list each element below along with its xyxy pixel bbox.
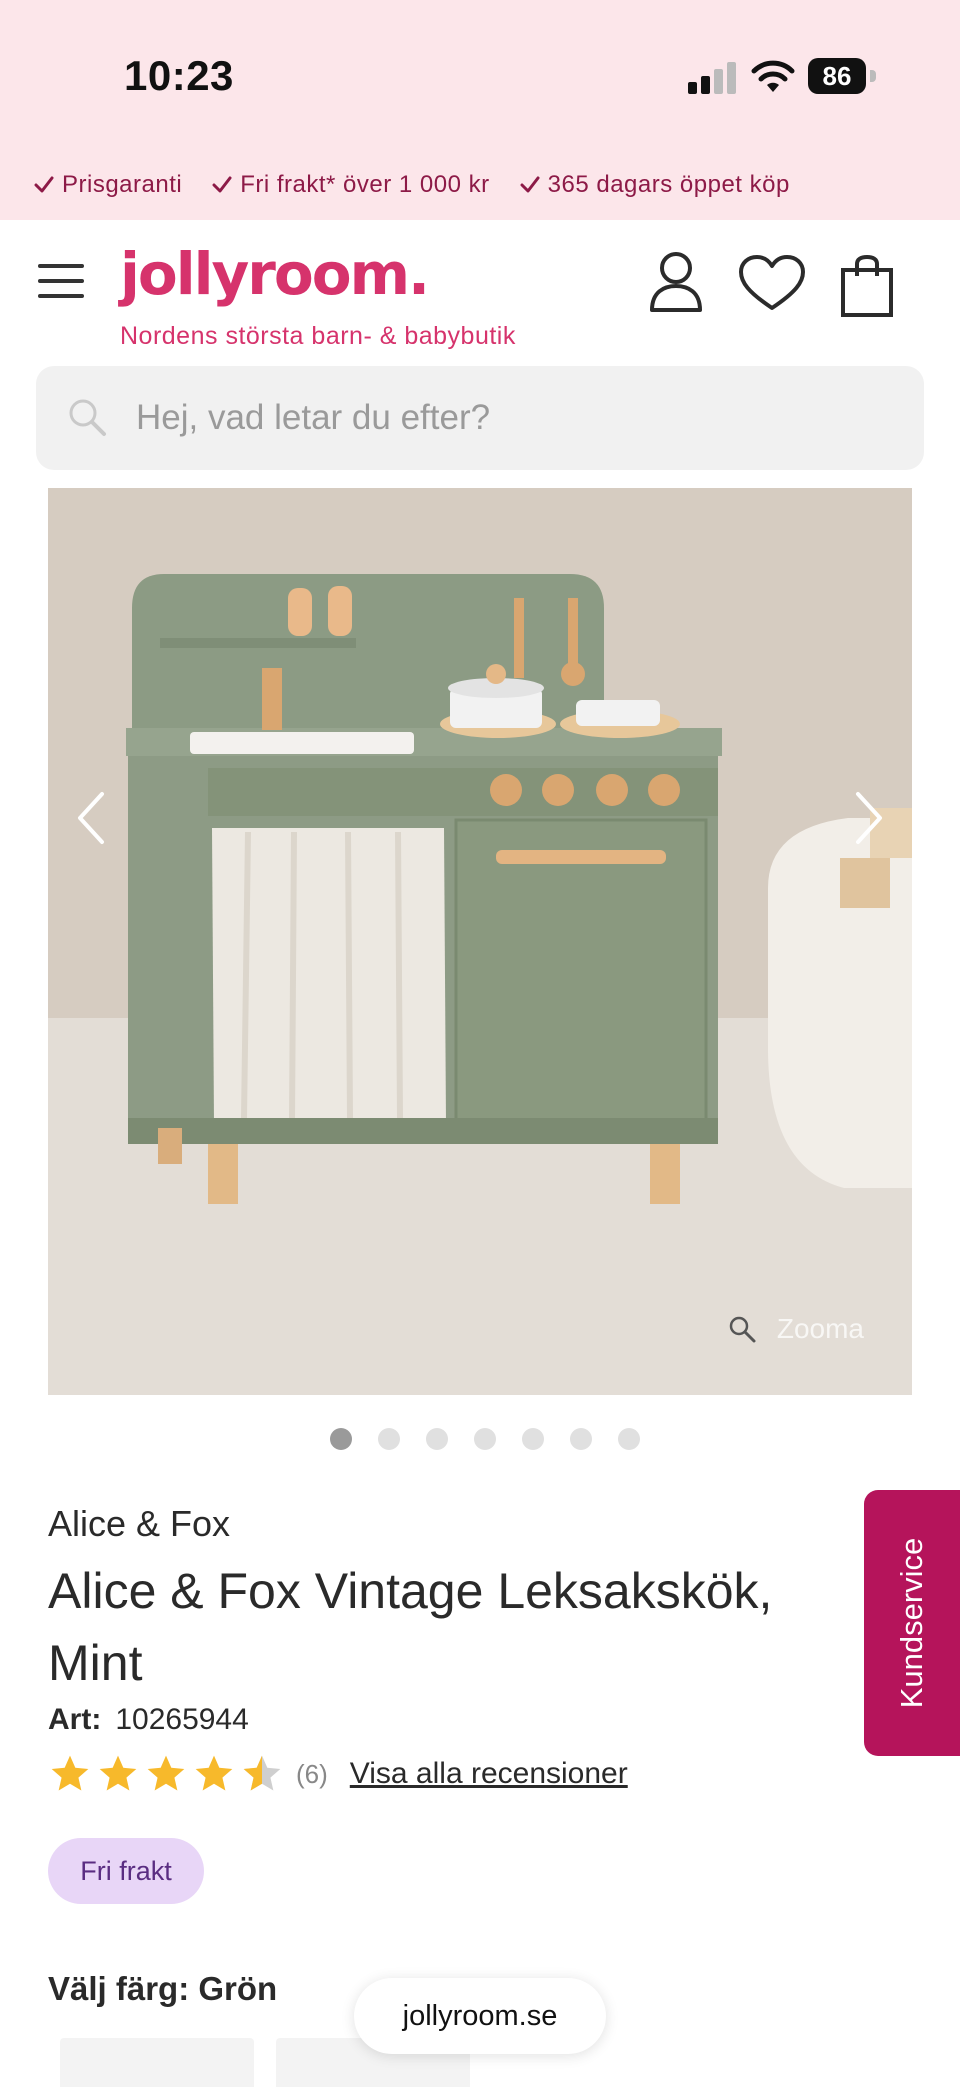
usp-label: Fri frakt* över 1 000 kr [240, 171, 490, 198]
star-full-icon [99, 1755, 137, 1791]
usp-item: 365 dagars öppet köp [520, 171, 790, 199]
usp-label: Prisgaranti [62, 171, 183, 198]
signal-icon [688, 62, 736, 94]
usp-item: Prisgaranti [34, 171, 182, 199]
check-icon [34, 176, 54, 193]
usp-item: Fri frakt* över 1 000 kr [212, 171, 489, 199]
wishlist-heart-icon[interactable] [738, 254, 806, 312]
check-icon [520, 176, 540, 193]
product-rating: (6) Visa alla recensioner [48, 1752, 628, 1796]
menu-icon[interactable] [38, 264, 84, 298]
customer-service-tab[interactable]: Kundservice [864, 1490, 960, 1756]
gallery-dot[interactable] [330, 1428, 352, 1450]
account-icon[interactable] [648, 250, 704, 312]
status-bar: 10:23 86 [0, 0, 960, 150]
check-icon [212, 176, 232, 193]
zoom-label: Zooma [776, 1313, 864, 1344]
battery-level: 86 [808, 58, 866, 94]
star-full-icon [147, 1755, 185, 1791]
color-swatch[interactable] [60, 2038, 254, 2087]
article-number: Art: 10265944 [48, 1703, 249, 1737]
gallery-dot[interactable] [378, 1428, 400, 1450]
search-input[interactable] [136, 366, 896, 470]
gallery-dot[interactable] [426, 1428, 448, 1450]
star-full-icon [195, 1755, 233, 1791]
article-label: Art: [48, 1703, 102, 1736]
all-reviews-link[interactable]: Visa alla recensioner [350, 1757, 628, 1791]
star-half-icon [243, 1755, 281, 1791]
browser-url-pill[interactable]: jollyroom.se [354, 1978, 606, 2054]
product-image-gallery[interactable]: Zooma [48, 488, 912, 1395]
product-image[interactable] [48, 488, 912, 1395]
gallery-prev-icon[interactable] [68, 788, 118, 848]
wifi-icon [751, 60, 795, 92]
free-shipping-badge: Fri frakt [48, 1838, 204, 1904]
search-icon [69, 399, 106, 436]
cart-bag-icon[interactable] [840, 254, 894, 318]
gallery-dot[interactable] [522, 1428, 544, 1450]
status-time: 10:23 [124, 52, 234, 99]
gallery-dot[interactable] [570, 1428, 592, 1450]
magnifier-icon [729, 1316, 756, 1343]
gallery-dot[interactable] [618, 1428, 640, 1450]
review-count: (6) [296, 1758, 328, 1789]
customer-service-label: Kundservice [894, 1537, 929, 1709]
site-header: jollyroom. Nordens största barn- & babyb… [0, 220, 960, 365]
site-logo[interactable]: jollyroom. [120, 240, 430, 308]
product-brand[interactable]: Alice & Fox [48, 1503, 230, 1545]
site-tagline: Nordens största barn- & babybutik [120, 322, 516, 350]
usp-label: 365 dagars öppet köp [547, 171, 790, 198]
color-selector-label: Välj färg: Grön [48, 1970, 278, 2007]
product-title: Alice & Fox Vintage Leksakskök, Mint [48, 1563, 773, 1691]
search-bar[interactable] [36, 366, 924, 470]
gallery-next-icon[interactable] [842, 788, 892, 848]
usp-bar: Prisgaranti Fri frakt* över 1 000 kr 365… [0, 150, 960, 220]
gallery-dot[interactable] [474, 1428, 496, 1450]
battery-icon: 86 [808, 58, 876, 94]
gallery-pagination [330, 1428, 640, 1450]
article-value: 10265944 [115, 1703, 249, 1736]
zoom-control[interactable]: Zooma [727, 1313, 864, 1345]
star-full-icon [51, 1755, 89, 1791]
